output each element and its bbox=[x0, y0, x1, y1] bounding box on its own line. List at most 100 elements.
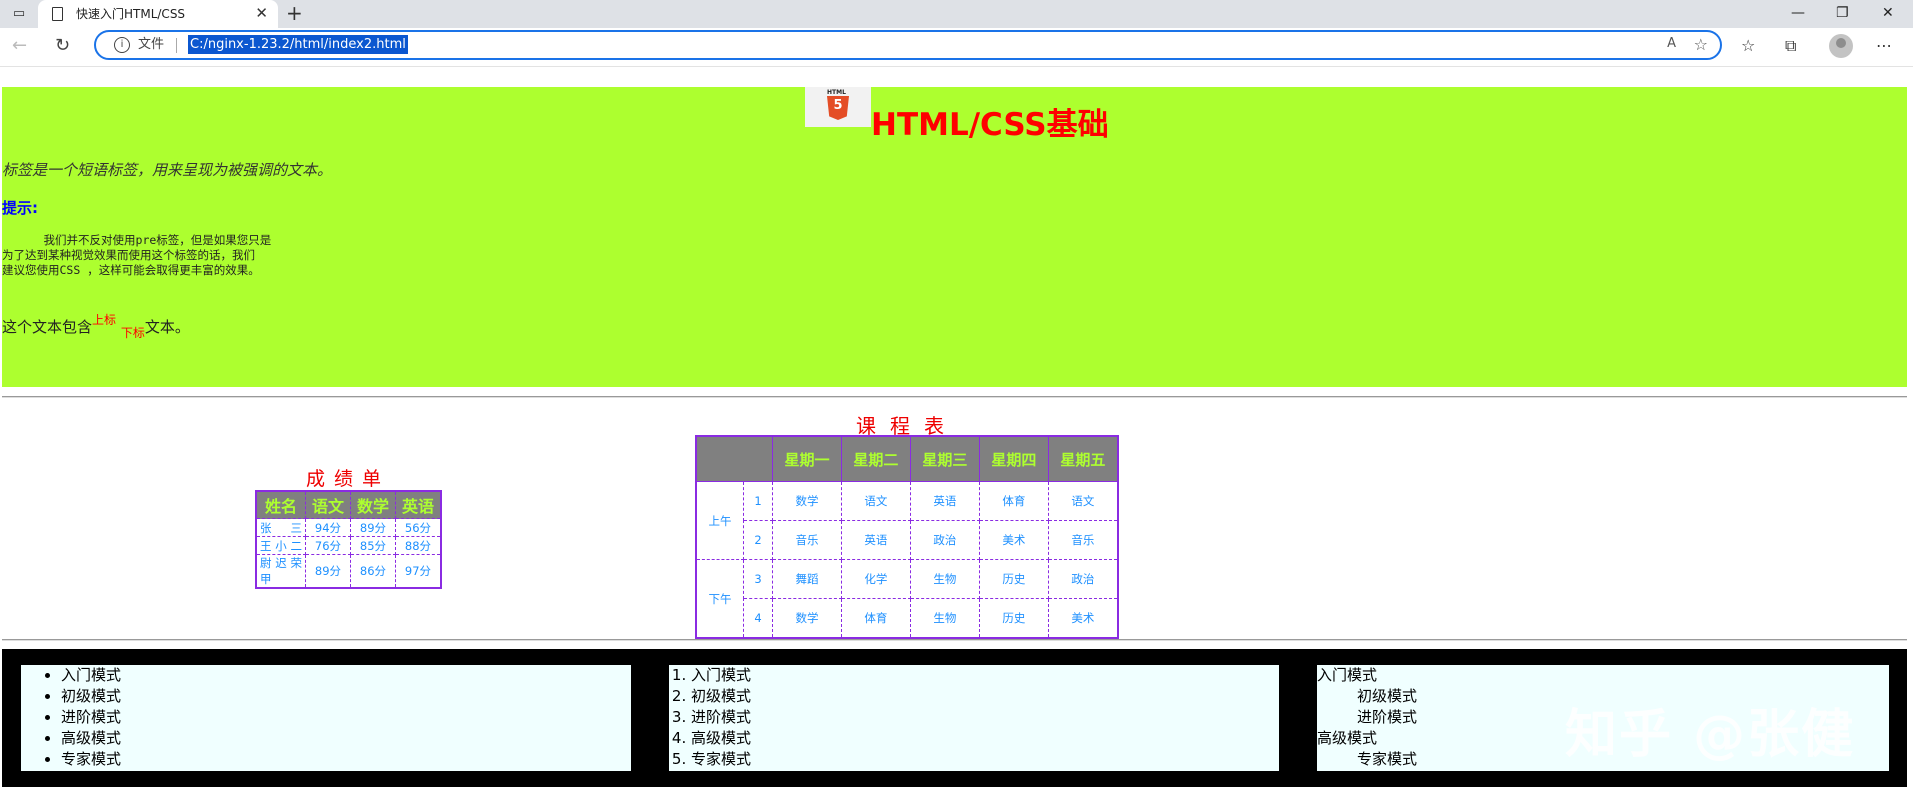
subscript-text: 下标 bbox=[120, 326, 145, 340]
tab-title: 快速入门HTML/CSS bbox=[76, 7, 186, 21]
horizontal-rule bbox=[2, 639, 1907, 641]
course-cell: 政治 bbox=[909, 520, 980, 560]
schedule-table: 星期一 星期二 星期三 星期四 星期五 上午 1 数学 语文 英语 体育 语文 … bbox=[695, 435, 1119, 639]
favorites-icon[interactable]: ☆ bbox=[1741, 36, 1755, 56]
list-item: 专家模式 bbox=[61, 749, 631, 770]
course-cell: 语文 bbox=[840, 481, 911, 521]
refresh-button[interactable]: ↻ bbox=[55, 34, 70, 58]
unordered-list: 入门模式 初级模式 进阶模式 高级模式 专家模式 bbox=[21, 665, 631, 770]
close-tab-icon[interactable]: ✕ bbox=[255, 3, 268, 23]
url-text[interactable]: C:/nginx-1.23.2/html/index2.html bbox=[188, 35, 408, 54]
list-item: 入门模式 bbox=[61, 665, 631, 686]
period-number-cell: 1 bbox=[743, 481, 773, 521]
list-item: 高级模式 bbox=[691, 728, 1279, 749]
list-item: 高级模式 bbox=[61, 728, 631, 749]
period-number-cell: 2 bbox=[743, 520, 773, 560]
header-cell: 星期四 bbox=[978, 435, 1049, 482]
new-tab-button[interactable]: + bbox=[286, 2, 303, 24]
score-cell: 97分 bbox=[395, 554, 442, 589]
score-cell: 89分 bbox=[350, 518, 396, 537]
sub-sup-text: 这个文本包含上标 下标文本。 bbox=[2, 313, 190, 340]
period-cell: 下午 bbox=[695, 559, 744, 639]
subsup-after: 文本。 bbox=[144, 318, 190, 336]
close-window-button[interactable]: ✕ bbox=[1882, 3, 1894, 23]
period-number-cell: 4 bbox=[743, 598, 773, 639]
favorite-star-icon[interactable]: ☆ bbox=[1694, 35, 1708, 54]
table-row: 下午 3 舞蹈 化学 生物 历史 政治 bbox=[695, 559, 1119, 639]
more-menu-icon[interactable]: ⋯ bbox=[1876, 36, 1892, 56]
horizontal-rule bbox=[2, 396, 1907, 398]
document-icon bbox=[52, 7, 63, 21]
tab-strip: ▭ 快速入门HTML/CSS ✕ + — ❐ ✕ bbox=[0, 0, 1913, 28]
restore-button[interactable]: ❐ bbox=[1836, 3, 1849, 23]
course-cell: 生物 bbox=[909, 598, 980, 639]
score-table: 姓名 语文 数学 英语 张三 94分 89分 56分 王小二 76分 85分 8… bbox=[255, 490, 442, 589]
score-cell: 94分 bbox=[305, 518, 351, 537]
profile-avatar[interactable] bbox=[1829, 34, 1853, 58]
watermark-text: 知乎 @张健 bbox=[1565, 705, 1856, 765]
superscript-text: 上标 bbox=[92, 313, 117, 327]
minimize-button[interactable]: — bbox=[1791, 3, 1805, 23]
header-cell: 星期五 bbox=[1047, 435, 1119, 482]
read-aloud-icon[interactable]: A bbox=[1667, 36, 1676, 51]
list-item: 专家模式 bbox=[691, 749, 1279, 770]
course-cell: 美术 bbox=[978, 520, 1049, 560]
collections-icon[interactable]: ⧉ bbox=[1785, 36, 1796, 56]
list-item: 初级模式 bbox=[691, 686, 1279, 707]
info-icon[interactable]: i bbox=[114, 37, 130, 53]
header-cell: 英语 bbox=[395, 490, 442, 519]
emphasis-text: 标签是一个短语标签，用来呈现为被强调的文本。 bbox=[2, 161, 333, 179]
period-cell: 上午 bbox=[695, 481, 744, 560]
address-bar[interactable]: i 文件 C:/nginx-1.23.2/html/index2.html A … bbox=[94, 30, 1722, 60]
name-cell: 尉迟荣甲 bbox=[255, 554, 306, 589]
course-cell: 舞蹈 bbox=[772, 559, 842, 599]
table-row: 上午 1 数学 语文 英语 体育 语文 bbox=[695, 481, 1119, 560]
browser-tab[interactable]: 快速入门HTML/CSS ✕ bbox=[38, 0, 278, 28]
address-scheme: 文件 bbox=[138, 37, 165, 52]
header-cell: 姓名 bbox=[255, 490, 306, 519]
tip-heading: 提示: bbox=[2, 199, 38, 217]
course-cell: 历史 bbox=[978, 598, 1049, 639]
course-cell: 化学 bbox=[840, 559, 911, 599]
page-title: HTML/CSS基础 bbox=[871, 107, 1109, 143]
header-cell: 星期一 bbox=[772, 435, 842, 482]
address-separator bbox=[176, 38, 177, 53]
score-cell: 56分 bbox=[395, 518, 442, 537]
name-cell: 张三 bbox=[255, 518, 306, 537]
logo-label: HTML bbox=[827, 89, 846, 96]
table-row: 张三 94分 89分 56分 bbox=[255, 518, 442, 537]
course-cell: 历史 bbox=[978, 559, 1049, 599]
course-cell: 数学 bbox=[772, 598, 842, 639]
score-cell: 85分 bbox=[350, 536, 396, 555]
tab-actions-menu-icon[interactable]: ▭ bbox=[8, 5, 30, 23]
score-cell: 89分 bbox=[305, 554, 351, 589]
course-cell: 生物 bbox=[909, 559, 980, 599]
name-cell: 王小二 bbox=[255, 536, 306, 555]
course-cell: 美术 bbox=[1047, 598, 1119, 639]
schedule-header-row: 星期一 星期二 星期三 星期四 星期五 bbox=[695, 435, 1119, 482]
course-cell: 政治 bbox=[1047, 559, 1119, 599]
subsup-before: 这个文本包含 bbox=[2, 318, 93, 336]
browser-toolbar: ← ↻ i 文件 C:/nginx-1.23.2/html/index2.htm… bbox=[0, 28, 1913, 67]
score-cell: 76分 bbox=[305, 536, 351, 555]
header-cell: 语文 bbox=[305, 490, 351, 519]
header-cell: 数学 bbox=[350, 490, 396, 519]
course-cell: 数学 bbox=[772, 481, 842, 521]
course-cell: 语文 bbox=[1047, 481, 1119, 521]
course-cell: 体育 bbox=[840, 598, 911, 639]
header-section: HTML 5 HTML/CSS基础 标签是一个短语标签，用来呈现为被强调的文本。… bbox=[2, 87, 1907, 387]
course-cell: 英语 bbox=[840, 520, 911, 560]
table-row: 2 音乐 英语 政治 美术 音乐 bbox=[696, 520, 1119, 560]
ordered-list-box: 入门模式 初级模式 进阶模式 高级模式 专家模式 bbox=[669, 665, 1279, 771]
table-row: 4 数学 体育 生物 历史 美术 bbox=[696, 598, 1119, 639]
score-table-caption: 成绩单 bbox=[305, 468, 390, 490]
html5-logo: HTML 5 bbox=[805, 87, 871, 127]
table-row: 尉迟荣甲 89分 86分 97分 bbox=[255, 554, 442, 589]
table-row: 王小二 76分 85分 88分 bbox=[255, 536, 442, 555]
list-item: 初级模式 bbox=[61, 686, 631, 707]
back-button[interactable]: ← bbox=[12, 34, 27, 58]
unordered-list-box: 入门模式 初级模式 进阶模式 高级模式 专家模式 bbox=[21, 665, 631, 771]
header-cell: 星期三 bbox=[909, 435, 980, 482]
logo-number: 5 bbox=[833, 98, 843, 113]
corner-cell bbox=[695, 435, 773, 482]
